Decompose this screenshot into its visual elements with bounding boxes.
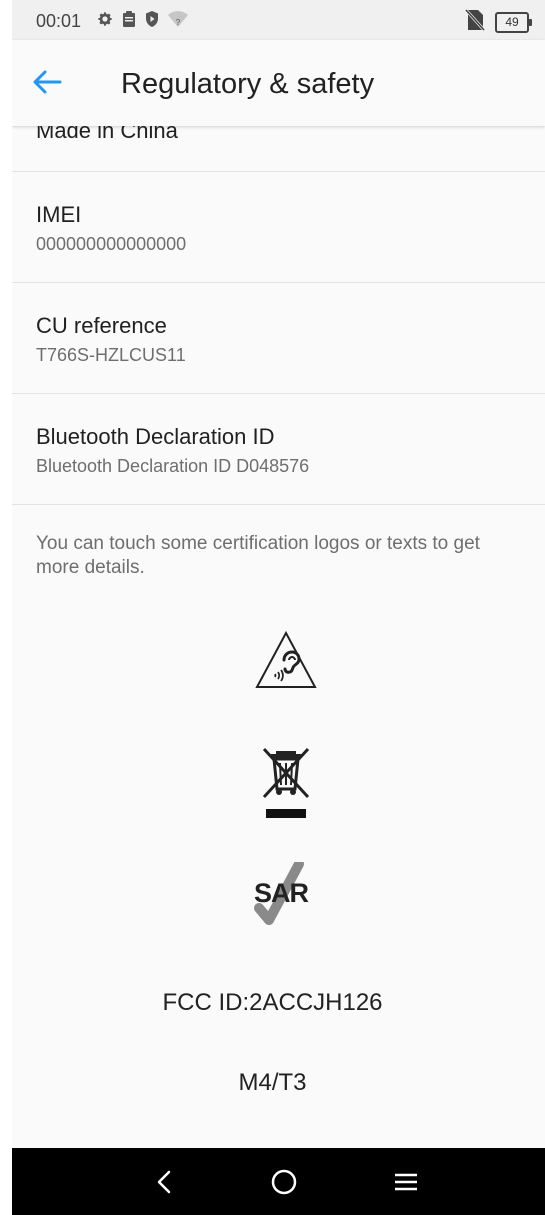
shield-icon [144, 10, 160, 28]
item-subtitle: 000000000000000 [36, 234, 187, 254]
hearing-warning-logo[interactable] [254, 630, 318, 695]
sar-logo[interactable]: SAR [250, 859, 324, 943]
svg-text:?: ? [176, 18, 181, 27]
navigation-bar [12, 1148, 545, 1215]
hearing-warning-icon [255, 630, 317, 688]
menu-icon [395, 1173, 417, 1191]
status-time: 00:01 [36, 11, 82, 31]
app-bar: Regulatory & safety [12, 40, 545, 126]
weee-logo[interactable] [262, 745, 310, 824]
fcc-id-text[interactable]: FCC ID:2ACCJH126 [12, 989, 545, 1017]
clipboard-icon [122, 10, 136, 28]
nav-home-button[interactable] [262, 1160, 306, 1204]
list-item-bluetooth-declaration[interactable]: Bluetooth Declaration ID Bluetooth Decla… [12, 394, 545, 505]
crossed-bin-icon [262, 747, 310, 818]
home-icon [271, 1169, 297, 1195]
list-item-imei[interactable]: IMEI 000000000000000 [12, 172, 545, 283]
item-subtitle: Bluetooth Declaration ID D048576 [36, 456, 310, 476]
wifi-unknown-icon: ? [168, 10, 188, 28]
nav-back-button[interactable] [142, 1160, 186, 1204]
arrow-left-icon [33, 70, 62, 94]
status-bar: 00:01 ? 49 [12, 0, 545, 40]
status-right: 49 [464, 8, 532, 36]
hac-rating-text[interactable]: M4/T3 [12, 1069, 545, 1097]
item-title: Bluetooth Declaration ID [36, 424, 275, 449]
back-button[interactable] [32, 68, 68, 100]
list-item-cu-reference[interactable]: CU reference T766S-HZLCUS11 [12, 283, 545, 394]
certification-note: You can touch some certification logos o… [36, 533, 480, 578]
item-title: IMEI [36, 202, 82, 227]
no-sim-icon [464, 8, 486, 36]
gear-icon [96, 10, 114, 28]
sar-text: SAR [254, 878, 309, 908]
item-title: CU reference [36, 313, 167, 338]
screen: 00:01 ? 49 Regulatory & safety Made in C… [12, 0, 545, 1215]
battery-indicator: 49 [495, 12, 532, 33]
item-subtitle: T766S-HZLCUS11 [36, 345, 186, 365]
page-title: Regulatory & safety [121, 68, 375, 100]
nav-menu-button[interactable] [384, 1160, 428, 1204]
back-icon [157, 1170, 171, 1194]
status-icons: ? [96, 10, 196, 28]
